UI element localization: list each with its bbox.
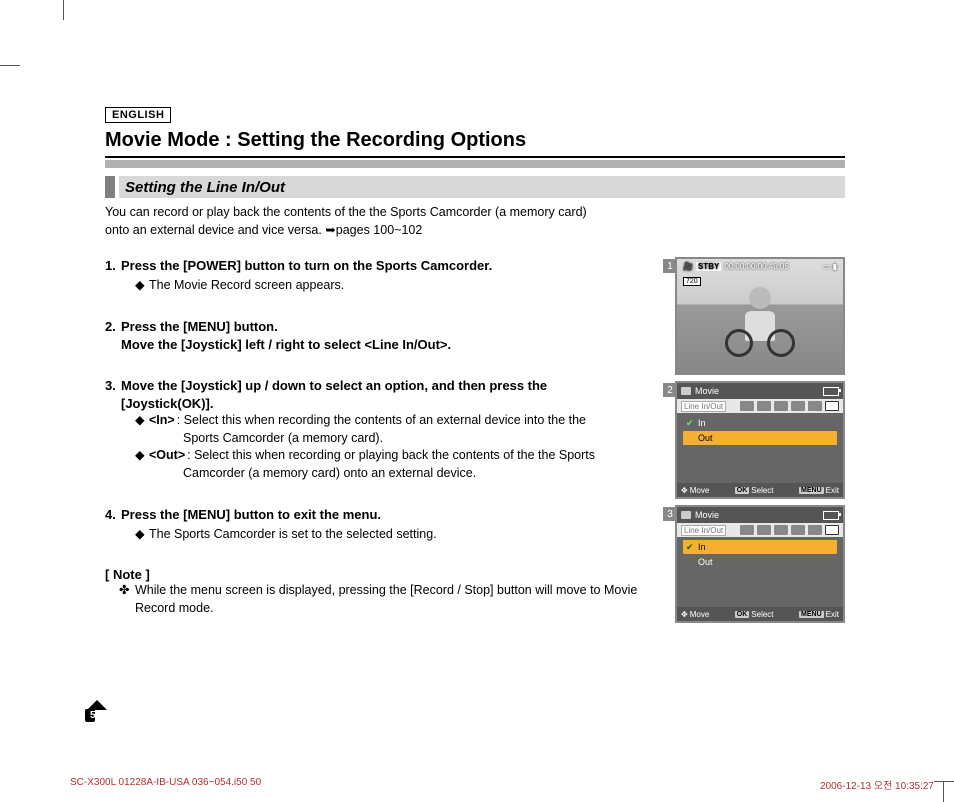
step3-head-l2: [Joystick(OK)]. [121, 396, 213, 411]
page-number: 50 [85, 709, 95, 722]
menu-row-in-label: In [698, 418, 706, 428]
option-out-cont: Camcorder (a memory card) onto an extern… [183, 465, 655, 483]
section-tab [105, 176, 115, 198]
battery-icon [823, 387, 839, 396]
crop-mark [934, 781, 954, 782]
battery-icon [823, 511, 839, 520]
menu-tabstrip: Line In/Out [677, 523, 843, 537]
menu-footer: ✥Move OKSelect MENUExit [677, 607, 843, 621]
footer-left: SC-X300L 01228A-IB-USA 036~054.i50 50 [70, 777, 261, 792]
menu-row-out: Out [683, 555, 837, 569]
resolution-badge: 720 [683, 277, 701, 286]
print-footer: SC-X300L 01228A-IB-USA 036~054.i50 50 20… [70, 777, 934, 792]
language-label: ENGLISH [105, 107, 171, 123]
menu-options: ✔In Out [677, 413, 843, 483]
figure-3: 3 Movie Line In/Out ✔In Out ✥Mov [675, 505, 845, 623]
figure-column: 1 🎥 STBY 00:00:00/00:40:05 ▭ ▮ 720 [675, 257, 845, 623]
title-band [105, 160, 845, 168]
step-4: 4.Press the [MENU] button to exit the me… [105, 506, 655, 543]
active-tab-icon [825, 525, 839, 535]
option-in-cont: Sports Camcorder (a memory card). [183, 430, 655, 448]
option-in-text: : Select this when recording the content… [177, 412, 586, 430]
menu-row-in-label: In [698, 542, 706, 552]
menu-title-label: Line In/Out [681, 525, 726, 536]
foot-select: Select [751, 610, 773, 619]
figure-2: 2 Movie Line In/Out ✔In Out ✥Mov [675, 381, 845, 499]
option-out-label: <Out> [149, 447, 185, 465]
note-heading: [ Note ] [105, 567, 655, 582]
footer-right: 2006-12-13 오전 10:35:27 [820, 777, 934, 792]
step4-sub: The Sports Camcorder is set to the selec… [149, 527, 437, 541]
menu-row-in: ✔In [683, 416, 837, 430]
step2-head-l1: Press the [MENU] button. [121, 319, 278, 334]
card-battery-icons: ▭ ▮ [823, 262, 837, 271]
instruction-column: 1.Press the [POWER] button to turn on th… [105, 257, 655, 623]
mode-label: Movie [695, 386, 719, 396]
mode-label: Movie [695, 510, 719, 520]
menu-key-icon: MENU [799, 487, 824, 494]
menu-row-out-label: Out [698, 433, 713, 443]
menu-options: ✔In Out [677, 537, 843, 607]
step2-head-l2: Move the [Joystick] left / right to sele… [121, 337, 451, 352]
time-counter: 00:00:00/00:40:05 [724, 262, 789, 271]
figure-1-bike [725, 331, 795, 357]
option-in-label: <In> [149, 412, 175, 430]
intro-line1: You can record or play back the contents… [105, 205, 587, 219]
camera-icon: 🎥 [683, 262, 693, 271]
page-content: ENGLISH Movie Mode : Setting the Recordi… [105, 105, 845, 623]
crop-mark [0, 65, 20, 66]
joystick-icon: ✥ [681, 486, 688, 495]
step1-sub: The Movie Record screen appears. [149, 278, 344, 292]
menu-key-icon: MENU [799, 611, 824, 618]
ok-key-icon: OK [735, 611, 750, 618]
figure-2-number: 2 [663, 383, 677, 397]
note-text: While the menu screen is displayed, pres… [135, 582, 655, 617]
foot-exit: Exit [826, 486, 839, 495]
ok-key-icon: OK [735, 487, 750, 494]
page-title: Movie Mode : Setting the Recording Optio… [105, 129, 845, 152]
foot-select: Select [751, 486, 773, 495]
active-tab-icon [825, 401, 839, 411]
figure-1: 1 🎥 STBY 00:00:00/00:40:05 ▭ ▮ 720 [675, 257, 845, 375]
crop-mark [63, 0, 64, 20]
menu-tabstrip: Line In/Out [677, 399, 843, 413]
menu-row-out-label: Out [698, 557, 713, 567]
note-bullet-icon: ✤ [119, 582, 135, 617]
step4-head: Press the [MENU] button to exit the menu… [121, 507, 381, 522]
title-rule [105, 156, 845, 158]
foot-move: Move [690, 610, 710, 619]
figure-1-number: 1 [663, 259, 677, 273]
stby-label: STBY [696, 262, 721, 271]
camera-icon [681, 511, 691, 519]
step-3: 3.Move the [Joystick] up / down to selec… [105, 377, 655, 482]
figure-3-number: 3 [663, 507, 677, 521]
option-out-text: : Select this when recording or playing … [187, 447, 595, 465]
foot-move: Move [690, 486, 710, 495]
menu-row-out-selected: Out [683, 431, 837, 445]
intro-text: You can record or play back the contents… [105, 204, 845, 239]
step1-head: Press the [POWER] button to turn on the … [121, 258, 492, 273]
page-reference: ➥pages 100~102 [325, 223, 422, 237]
menu-row-in-selected: ✔In [683, 540, 837, 554]
step-1: 1.Press the [POWER] button to turn on th… [105, 257, 655, 294]
foot-exit: Exit [826, 610, 839, 619]
menu-footer: ✥Move OKSelect MENUExit [677, 483, 843, 497]
section-heading: Setting the Line In/Out [105, 176, 845, 198]
intro-line2: onto an external device and vice versa. [105, 223, 325, 237]
crop-mark [943, 782, 944, 802]
step-2: 2.Press the [MENU] button. Move the [Joy… [105, 318, 655, 353]
section-title: Setting the Line In/Out [119, 176, 845, 198]
joystick-icon: ✥ [681, 610, 688, 619]
camera-icon [681, 387, 691, 395]
menu-title-label: Line In/Out [681, 401, 726, 412]
step3-head-l1: Move the [Joystick] up / down to select … [121, 378, 547, 393]
